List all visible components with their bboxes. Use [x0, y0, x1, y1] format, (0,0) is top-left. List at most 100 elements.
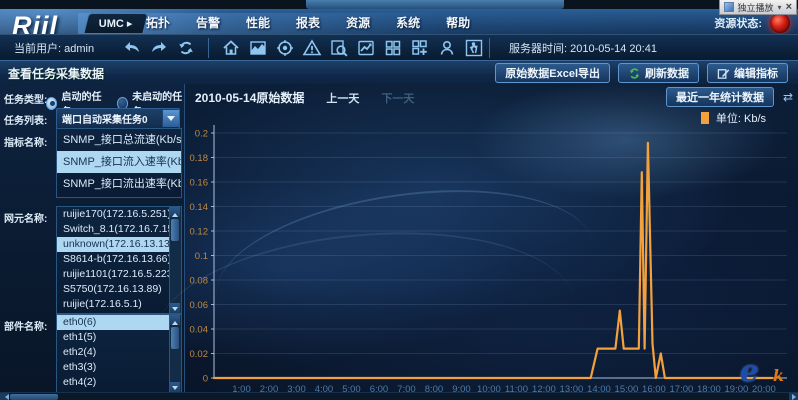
svg-text:0.12: 0.12	[190, 227, 209, 238]
target-icon[interactable]	[275, 38, 295, 58]
svg-text:0.18: 0.18	[190, 153, 209, 164]
traffic-line-chart: 0.20.180.160.140.120.10.080.060.040.0201…	[185, 84, 798, 392]
current-user-label: 当前用户: admin	[14, 40, 114, 56]
chart-legend: 单位: Kb/s	[701, 110, 766, 126]
task-list-value: 端口自动采集任务0	[57, 111, 162, 126]
list-item[interactable]: SNMP_接口总流速(Kb/s)	[57, 129, 181, 151]
list-item[interactable]: ruijie1101(172.16.5.223)	[57, 267, 170, 282]
back-icon[interactable]	[122, 38, 142, 58]
svg-text:0.06: 0.06	[190, 300, 209, 311]
panel-header-buttons: 原始数据Excel导出 刷新数据 编辑指标	[495, 63, 788, 83]
scroll-left-icon[interactable]	[0, 393, 9, 400]
home-icon[interactable]	[221, 38, 241, 58]
close-icon[interactable]: ×	[786, 2, 792, 12]
browser-remnant-bar	[0, 0, 798, 9]
svg-text:0.2: 0.2	[195, 129, 208, 140]
list-item[interactable]: S5750(172.16.13.89)	[57, 282, 170, 297]
scroll-right-icon[interactable]	[789, 393, 798, 400]
main-menu: 拓扑 告警 性能 报表 资源 系统 帮助	[146, 14, 470, 31]
app-window: 独立播放 ▾ × Riil UMC ▸ 拓扑告警性能报表资源系统帮助 资源状态:…	[0, 0, 798, 400]
toolbar-separator	[208, 38, 209, 58]
refresh-data-button[interactable]: 刷新数据	[618, 63, 699, 83]
menu-item-6[interactable]: 帮助	[446, 14, 470, 31]
list-item[interactable]: SNMP_接口流出速率(Kb/s)	[57, 173, 181, 195]
list-item[interactable]: SNMP_接口流入速率(Kb/s)	[57, 151, 181, 173]
page-title: 查看任务采集数据	[8, 65, 104, 82]
svg-text:0.08: 0.08	[190, 276, 209, 287]
svg-text:3:00: 3:00	[287, 384, 306, 392]
element-label: 网元名称:	[4, 210, 47, 225]
chart-panel: 2010-05-14原始数据 上一天 下一天 最近一年统计数据 ⇄ 单位: Kb…	[185, 84, 798, 392]
forward-icon[interactable]	[149, 38, 169, 58]
menu-item-4[interactable]: 资源	[346, 14, 370, 31]
umc-tab-label: UMC	[99, 18, 124, 30]
indicator-label: 指标名称:	[4, 134, 47, 149]
player-icon	[724, 2, 734, 12]
year-stats-button[interactable]: 最近一年统计数据	[666, 87, 774, 107]
logout-icon[interactable]	[464, 38, 484, 58]
resource-status-label: 资源状态:	[714, 15, 762, 31]
swap-view-icon[interactable]: ⇄	[783, 90, 793, 104]
hscroll-thumb[interactable]	[10, 394, 58, 400]
legend-color-swatch	[701, 112, 709, 124]
dropdown-arrow-icon[interactable]	[162, 110, 179, 127]
player-toolbar-label: 独立播放	[738, 1, 774, 14]
svg-text:4:00: 4:00	[315, 384, 334, 392]
list-item[interactable]: ruijie(172.16.5.1)	[57, 297, 170, 312]
panel-header: 查看任务采集数据 原始数据Excel导出 刷新数据 编辑指标	[0, 60, 798, 86]
svg-text:0.16: 0.16	[190, 178, 209, 189]
list-item[interactable]: eth1(5)	[57, 330, 170, 345]
menu-item-3[interactable]: 报表	[296, 14, 320, 31]
scroll-thumb[interactable]	[171, 219, 179, 241]
svg-text:14:00: 14:00	[587, 384, 611, 392]
resource-status-badge[interactable]	[770, 13, 790, 33]
menu-item-5[interactable]: 系统	[396, 14, 420, 31]
list-item[interactable]: unknown(172.16.13.134)	[57, 237, 170, 252]
area-chart-icon[interactable]	[248, 38, 268, 58]
scroll-down-icon[interactable]	[170, 382, 180, 392]
svg-text:10:00: 10:00	[477, 384, 501, 392]
refresh-green-icon	[628, 67, 641, 80]
grid-view-icon[interactable]	[383, 38, 403, 58]
list-item[interactable]: ruijie170(172.16.5.251)	[57, 207, 170, 222]
horizontal-scrollbar[interactable]	[0, 392, 798, 400]
list-item[interactable]: Switch_8.1(172.16.7.15)	[57, 222, 170, 237]
add-view-icon[interactable]	[410, 38, 430, 58]
svg-text:0.04: 0.04	[190, 325, 209, 336]
menu-item-2[interactable]: 性能	[246, 14, 270, 31]
svg-text:9:00: 9:00	[452, 384, 471, 392]
list-item[interactable]: eth3(3)	[57, 360, 170, 375]
umc-tab[interactable]: UMC ▸	[84, 13, 149, 33]
svg-text:2:00: 2:00	[260, 384, 279, 392]
svg-text:0.14: 0.14	[190, 202, 209, 213]
menu-item-1[interactable]: 告警	[196, 14, 220, 31]
excel-export-button[interactable]: 原始数据Excel导出	[495, 63, 610, 83]
menu-item-0[interactable]: 拓扑	[146, 14, 170, 31]
list-item[interactable]: eth2(4)	[57, 345, 170, 360]
svg-text:20:00: 20:00	[752, 384, 776, 392]
svg-text:1:00: 1:00	[232, 384, 251, 392]
svg-text:0.02: 0.02	[190, 349, 209, 360]
server-time-label: 服务器时间: 2010-05-14 20:41	[509, 40, 657, 56]
browser-remnant-segment	[306, 0, 564, 9]
list-item[interactable]: eth0(6)	[57, 315, 170, 330]
refresh-icon[interactable]	[176, 38, 196, 58]
svg-text:15:00: 15:00	[615, 384, 639, 392]
task-list-dropdown[interactable]: 端口自动采集任务0	[56, 108, 180, 129]
toolbar-icons	[122, 38, 484, 58]
edit-indicator-button[interactable]: 编辑指标	[707, 63, 788, 83]
scroll-up-icon[interactable]	[170, 207, 180, 217]
svg-text:19:00: 19:00	[725, 384, 749, 392]
list-item[interactable]: eth4(2)	[57, 375, 170, 390]
prev-day-link[interactable]: 上一天	[326, 90, 359, 106]
svg-text:5:00: 5:00	[342, 384, 361, 392]
performance-chart-icon[interactable]	[356, 38, 376, 58]
search-report-icon[interactable]	[329, 38, 349, 58]
user-icon[interactable]	[437, 38, 457, 58]
list-item[interactable]: S8614-b(172.16.13.66)	[57, 252, 170, 267]
caret-down-icon[interactable]: ▾	[778, 3, 782, 12]
svg-text:0: 0	[203, 374, 208, 385]
alarm-warning-icon[interactable]	[302, 38, 322, 58]
component-label: 部件名称:	[4, 318, 47, 333]
edit-icon	[717, 67, 730, 80]
